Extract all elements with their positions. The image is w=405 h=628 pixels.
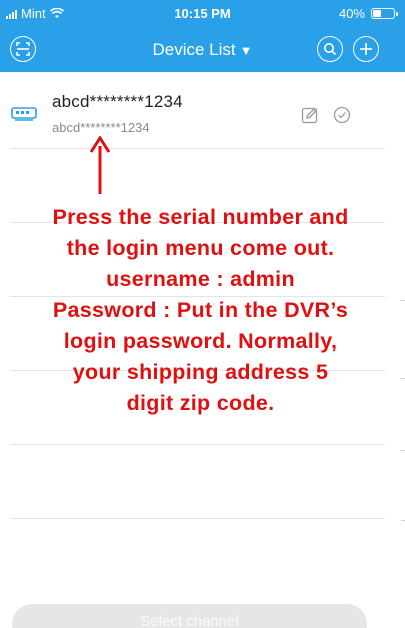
search-button[interactable] [317,36,343,62]
battery-group: 40% [338,6,398,21]
add-icon [360,43,372,55]
annotation-line: Password : Put in the DVR’s [52,298,349,322]
annotation-line: username : admin [106,267,295,291]
nav-bar: Device List ▼ [0,28,405,72]
page-title: Device List [152,40,236,59]
annotation-line: the login menu come out. [66,236,335,260]
device-list-dropdown[interactable]: Device List ▼ [0,40,405,60]
device-list-item[interactable]: abcd********1234 abcd********1234 [0,72,405,148]
edge-mark [401,450,405,451]
search-icon [324,43,337,56]
battery-icon [371,8,398,19]
edge-mark [401,520,405,521]
caret-down-icon: ▼ [239,43,253,58]
battery-level-fill [373,10,381,17]
annotation-text: Press the serial number and the login me… [0,202,403,419]
list-divider [10,444,385,445]
annotation-line: your shipping address 5 [72,360,329,384]
status-bar: Mint 10:15 PM 40% [0,0,405,28]
annotation-line: login password. Normally, [63,329,338,353]
list-divider [10,518,385,519]
annotation-arrow-icon [89,136,111,194]
check-circle-icon[interactable] [333,106,351,124]
annotation-line: digit zip code. [126,391,275,415]
annotation-line: Press the serial number and [52,205,349,229]
dvr-device-icon [11,107,37,121]
device-serial-number[interactable]: abcd********1234 [52,120,150,135]
select-channel-button[interactable]: Select channel [12,604,367,628]
list-divider [10,148,385,149]
device-name[interactable]: abcd********1234 [52,92,183,112]
edit-icon[interactable] [301,106,319,124]
add-device-button[interactable] [353,36,379,62]
battery-percent: 40% [338,6,365,21]
